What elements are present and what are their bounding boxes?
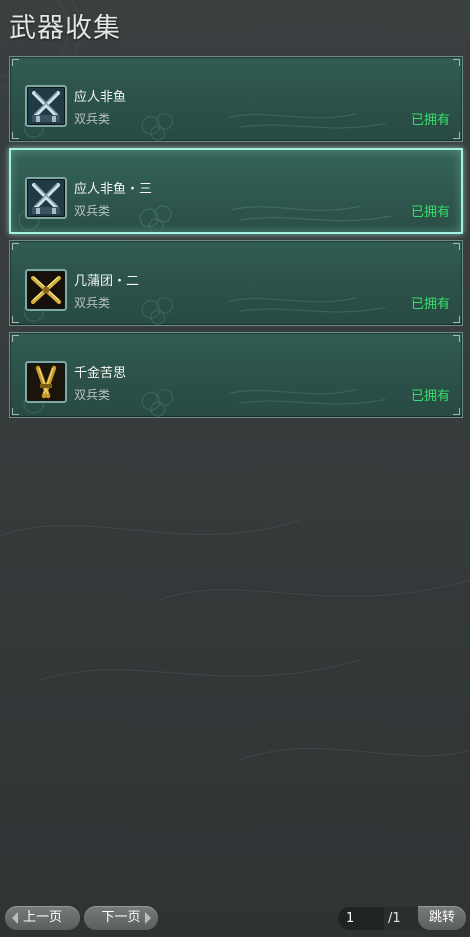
owned-status: 已拥有	[410, 297, 450, 312]
owned-status: 已拥有	[410, 113, 450, 128]
owned-status: 已拥有	[410, 389, 450, 404]
prev-page-button[interactable]: 上一页	[5, 906, 80, 930]
corner-ornament	[453, 59, 460, 66]
corner-ornament	[453, 243, 460, 250]
weapon-card[interactable]: 几蒲团・二 双兵类 已拥有	[9, 240, 463, 326]
weapon-card[interactable]: 应人非鱼 双兵类 已拥有	[9, 56, 463, 142]
page-title: 武器收集	[9, 13, 121, 44]
corner-ornament	[12, 408, 19, 415]
corner-ornament	[453, 335, 460, 342]
twin-gold-blades-icon	[25, 361, 67, 403]
prev-page-label: 上一页	[22, 910, 62, 925]
corner-ornament	[453, 132, 460, 139]
corner-ornament	[12, 316, 19, 323]
weapon-name: 千金苦思	[74, 366, 127, 381]
weapon-name: 应人非鱼	[74, 90, 127, 105]
corner-ornament	[12, 132, 19, 139]
weapon-list: 应人非鱼 双兵类 已拥有 应人非鱼・三 双兵类 已拥有 几蒲团・二 双兵类 已拥…	[9, 56, 463, 424]
corner-ornament	[12, 59, 19, 66]
weapon-name: 几蒲团・二	[74, 274, 140, 289]
owned-status: 已拥有	[410, 205, 450, 220]
corner-ornament	[453, 316, 460, 323]
weapon-card-selected[interactable]: 应人非鱼・三 双兵类 已拥有	[9, 148, 463, 234]
chevron-left-icon	[12, 912, 18, 924]
page-number-input[interactable]: 1	[338, 907, 388, 930]
next-page-label: 下一页	[101, 910, 141, 925]
chevron-right-icon	[145, 912, 151, 924]
weapon-type: 双兵类	[74, 388, 111, 402]
crossed-silver-blades-icon	[25, 85, 67, 127]
jump-button[interactable]: 跳转	[418, 906, 466, 930]
weapon-type: 双兵类	[74, 204, 111, 218]
next-page-button[interactable]: 下一页	[84, 906, 158, 930]
corner-ornament	[12, 335, 19, 342]
weapon-name: 应人非鱼・三	[74, 182, 153, 197]
weapon-card[interactable]: 千金苦思 双兵类 已拥有	[9, 332, 463, 418]
weapon-type: 双兵类	[74, 112, 111, 126]
corner-ornament	[12, 243, 19, 250]
jump-label: 跳转	[428, 910, 455, 925]
crossed-silver-blades-icon	[25, 177, 67, 219]
corner-ornament	[453, 408, 460, 415]
page-total: /1	[384, 907, 422, 930]
weapon-type: 双兵类	[74, 296, 111, 310]
crossed-gold-blades-icon	[25, 269, 67, 311]
